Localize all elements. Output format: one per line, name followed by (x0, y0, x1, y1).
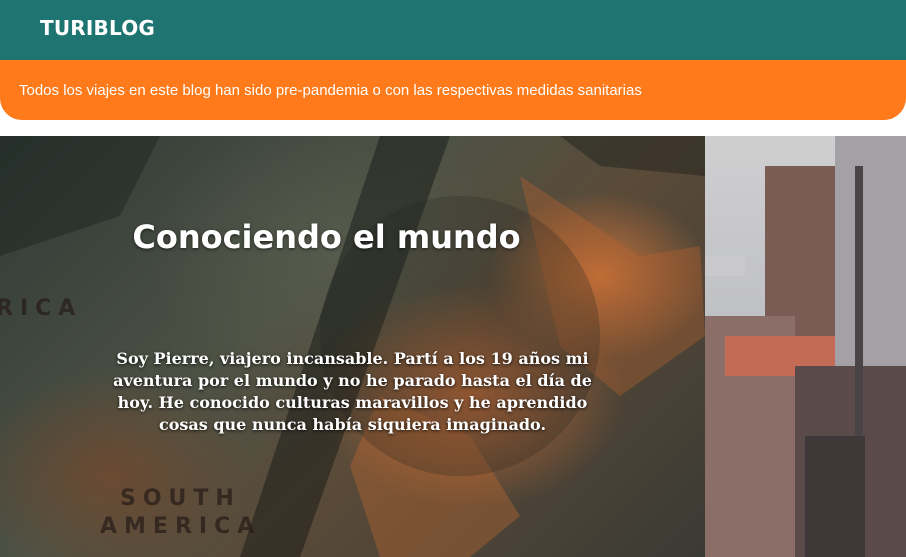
notice-banner: Todos los viajes en este blog han sido p… (0, 60, 906, 120)
map-label-rica: RICA (0, 296, 83, 321)
hero-title: Conociendo el mundo (132, 218, 521, 256)
hero-map-image: RICA SOUTH AMERICA Conociendo el mundo S… (0, 136, 705, 557)
notice-text: Todos los viajes en este blog han sido p… (19, 82, 642, 99)
hero-map-texture (0, 136, 705, 557)
side-city-image (705, 136, 906, 557)
hero-description: Soy Pierre, viajero incansable. Partí a … (113, 349, 592, 434)
brand-logo-link[interactable]: TURIBLOG (40, 16, 155, 40)
map-label-south: SOUTH (120, 486, 241, 511)
top-navbar: TURIBLOG (0, 0, 906, 60)
city-photo-icon (705, 136, 906, 557)
map-label-america: AMERICA (100, 514, 262, 539)
